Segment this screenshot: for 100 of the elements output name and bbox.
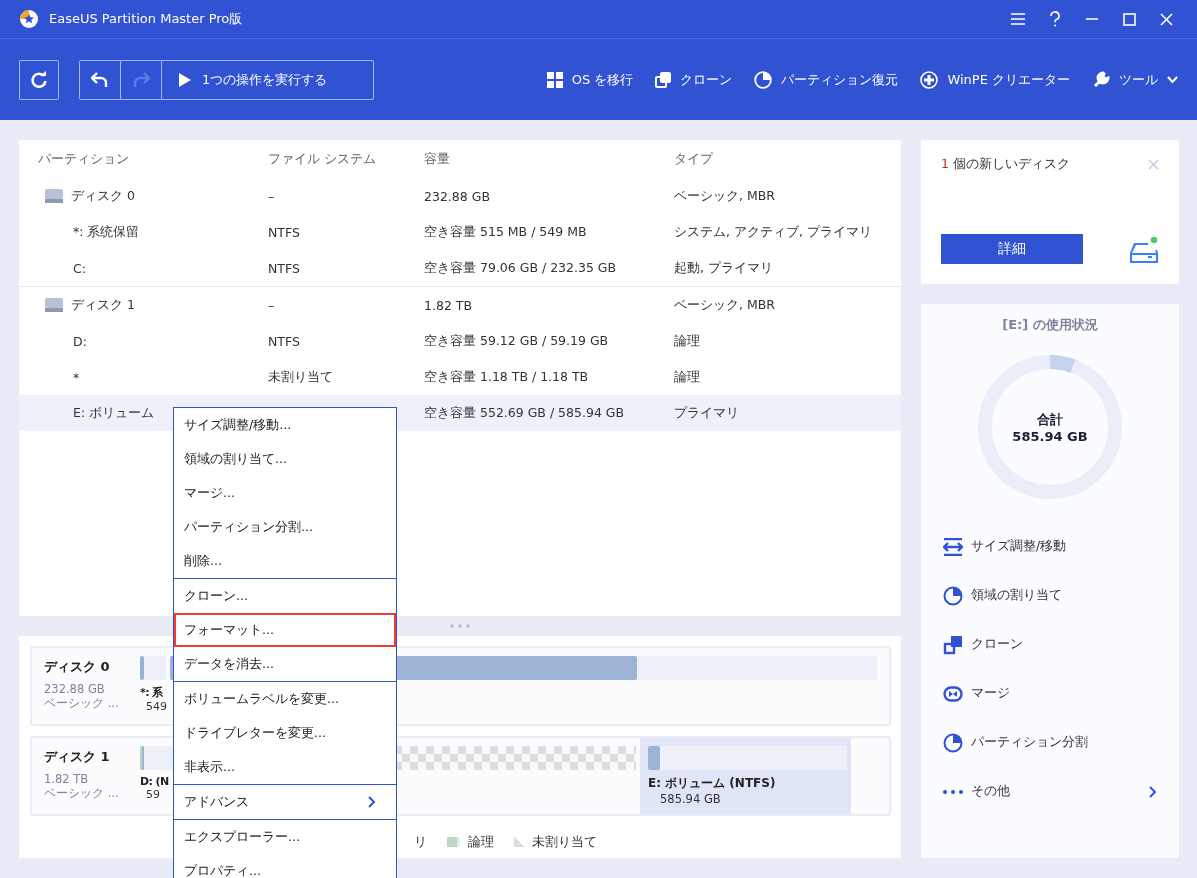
table-cell-text: *: 系统保留 xyxy=(72,223,140,241)
action-item[interactable]: クローン xyxy=(943,620,1157,669)
refresh-icon xyxy=(30,70,48,89)
table-row[interactable]: C: NTFS 空き容量 79.06 GB / 232.35 GB 起動, プライマリ xyxy=(19,250,901,286)
clone-icon xyxy=(943,634,963,655)
menu-item[interactable]: 領域の割り当て... xyxy=(174,442,396,476)
table-cell-text: 論理 xyxy=(674,368,701,386)
disk-icon xyxy=(45,189,63,203)
new-disk-notice: 1 個の新しいディスク xyxy=(941,156,1070,173)
table-cell-text: 未割り当て xyxy=(268,368,334,386)
pie-chart-icon xyxy=(754,70,773,89)
table-cell-text: 空き容量 59.12 GB / 59.19 GB xyxy=(424,332,610,350)
menu-item[interactable]: プロパティ... xyxy=(174,854,396,878)
table-cell: ディスク 1 xyxy=(71,296,135,314)
table-cell-text: NTFS xyxy=(268,333,301,349)
table-row[interactable]: *: 系统保留 NTFS 空き容量 515 MB / 549 MB システム, アクティブ, プライマリ xyxy=(19,214,901,250)
action-item[interactable]: その他 xyxy=(943,767,1157,816)
toolbar-action[interactable]: ツール xyxy=(1092,70,1178,89)
partition-label: D: (N xyxy=(140,775,170,788)
menu-item[interactable]: クローン... xyxy=(174,579,396,613)
app-logo-icon xyxy=(19,9,39,29)
disk-type: ベーシック ... xyxy=(44,696,120,711)
help-icon[interactable] xyxy=(1049,11,1061,27)
partition-label: E: ボリューム (NTFS) xyxy=(648,775,777,792)
toolbar-action[interactable]: クローン xyxy=(655,70,733,89)
toolbar-action[interactable]: OS を移行 xyxy=(546,70,634,89)
disk-size: 1.82 TB xyxy=(44,772,90,786)
table-cell-text: 空き容量 1.18 TB / 1.18 TB xyxy=(424,368,590,386)
table-cell-text: プライマリ xyxy=(674,404,740,422)
total-label: 合計 xyxy=(1037,410,1063,429)
menu-icon[interactable] xyxy=(1011,13,1025,25)
column-header[interactable]: ファイル システム xyxy=(268,150,424,168)
disk-name: ディスク 0 xyxy=(44,658,111,676)
legend-swatch xyxy=(447,837,460,847)
total-value: 585.94 GB xyxy=(1012,428,1088,444)
partition-segment[interactable]: E: ボリューム (NTFS) 585.94 GB xyxy=(640,738,851,814)
table-cell: ディスク 0 xyxy=(71,187,135,205)
pie-chart-icon xyxy=(943,732,963,753)
partition-label: *: 系 xyxy=(140,685,164,700)
menu-item[interactable]: エクスプローラー... xyxy=(174,820,396,854)
clone-icon xyxy=(655,71,672,88)
menu-item[interactable]: アドバンス xyxy=(174,785,396,819)
table-cell-text: ベーシック, MBR xyxy=(674,187,776,205)
play-icon xyxy=(178,71,192,88)
disk-icon xyxy=(45,298,63,312)
disk-type: ベーシック ... xyxy=(44,786,120,801)
refresh-button[interactable] xyxy=(19,59,59,100)
disk-size: 232.88 GB xyxy=(44,682,106,696)
table-cell-text: 論理 xyxy=(674,332,701,350)
wrench-icon xyxy=(1092,70,1110,89)
menu-item[interactable]: フォーマット... xyxy=(174,613,396,647)
menu-item[interactable]: パーティション分割... xyxy=(174,510,396,544)
toolbar-action[interactable]: WinPE クリエーター xyxy=(920,70,1070,89)
action-item[interactable]: 領域の割り当て xyxy=(943,571,1157,620)
table-cell-text: 起動, プライマリ xyxy=(674,259,774,277)
action-item[interactable]: マージ xyxy=(943,669,1157,718)
resize-handle-icon[interactable] xyxy=(450,624,470,628)
usage-title: [E:] の使用状況 xyxy=(1002,316,1098,334)
redo-icon xyxy=(132,71,150,88)
menu-item[interactable]: マージ... xyxy=(174,476,396,510)
table-cell-text: C: xyxy=(72,260,86,276)
resize-arrows-icon xyxy=(943,537,963,556)
table-row[interactable]: D: NTFS 空き容量 59.12 GB / 59.19 GB 論理 xyxy=(19,323,901,359)
disk-name: ディスク 1 xyxy=(44,748,111,766)
menu-item[interactable]: データを消去... xyxy=(174,647,396,681)
table-cell-text: 空き容量 79.06 GB / 232.35 GB xyxy=(424,259,618,277)
table-cell-text: NTFS xyxy=(268,224,301,240)
column-header[interactable]: パーティション xyxy=(38,150,268,168)
menu-item[interactable]: 非表示... xyxy=(174,750,396,784)
table-cell-text: 1.82 TB xyxy=(424,297,474,313)
table-row[interactable]: ディスク 1 – 1.82 TB ベーシック, MBR xyxy=(19,286,901,323)
table-row[interactable]: ディスク 0 – 232.88 GB ベーシック, MBR xyxy=(19,178,901,214)
menu-item[interactable]: 削除... xyxy=(174,544,396,578)
windows-icon xyxy=(546,71,563,88)
plus-circle-icon xyxy=(920,70,939,89)
maximize-icon[interactable] xyxy=(1123,12,1136,26)
table-cell-text: 空き容量 515 MB / 549 MB xyxy=(424,223,588,241)
table-cell-text: – xyxy=(268,297,276,313)
disk-icon xyxy=(1129,235,1159,263)
column-header[interactable]: 容量 xyxy=(424,150,674,168)
partition-size: 585.94 GB xyxy=(659,792,722,806)
table-cell-text: NTFS xyxy=(268,260,301,276)
legend-label: 論理 xyxy=(468,833,494,851)
column-header[interactable]: タイプ xyxy=(674,150,894,168)
table-cell-text: 空き容量 552.69 GB / 585.94 GB xyxy=(424,404,626,422)
details-button[interactable]: 詳細 xyxy=(941,234,1083,264)
merge-icon xyxy=(943,685,963,702)
table-cell-text: ベーシック, MBR xyxy=(674,296,776,314)
toolbar-action[interactable]: パーティション復元 xyxy=(754,70,899,89)
action-item[interactable]: サイズ調整/移動 xyxy=(943,522,1157,571)
legend-label: 未割り当て xyxy=(532,833,597,851)
pie-chart-icon xyxy=(943,585,963,606)
undo-icon xyxy=(91,71,109,88)
table-cell-text: システム, アクティブ, プライマリ xyxy=(674,223,873,241)
legend-label: リ xyxy=(414,833,427,851)
table-cell-text: D: xyxy=(72,333,87,349)
action-item[interactable]: パーティション分割 xyxy=(943,718,1157,767)
table-row[interactable]: * 未割り当て 空き容量 1.18 TB / 1.18 TB 論理 xyxy=(19,359,901,395)
menu-item[interactable]: ボリュームラベルを変更... xyxy=(174,682,396,716)
window-title: EaseUS Partition Master Pro版 xyxy=(49,10,243,28)
